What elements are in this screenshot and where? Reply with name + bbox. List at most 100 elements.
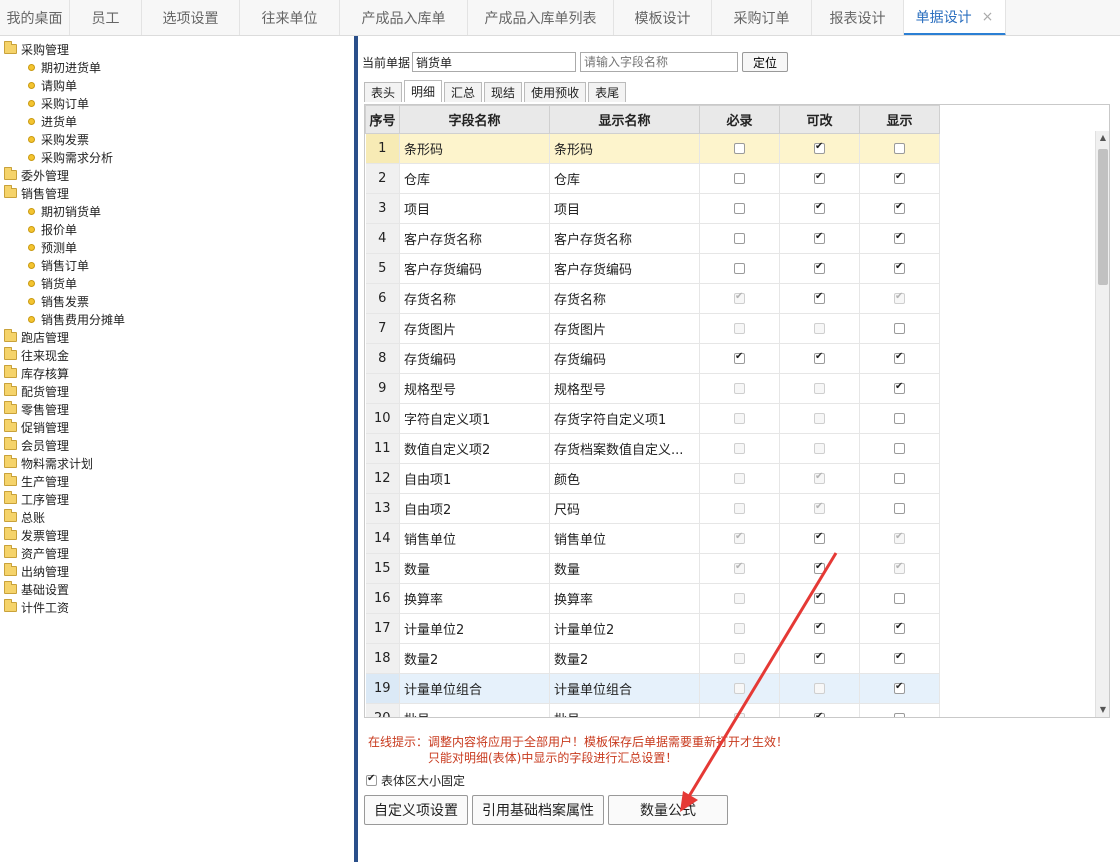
editable-checkbox[interactable] — [814, 171, 825, 184]
sub-tab-0[interactable]: 表头 — [364, 82, 403, 102]
editable-checkbox[interactable] — [814, 261, 825, 274]
top-tab-0[interactable]: 我的桌面 — [0, 0, 70, 35]
tree-item[interactable]: 采购需求分析 — [0, 148, 352, 166]
tree-item[interactable]: 采购订单 — [0, 94, 352, 112]
tree-folder[interactable]: 基础设置 — [0, 580, 352, 598]
visible-checkbox[interactable] — [894, 143, 905, 154]
required-checkbox[interactable] — [734, 173, 745, 184]
top-tab-9[interactable]: 单据设计 × — [904, 0, 1006, 35]
scroll-thumb[interactable] — [1098, 149, 1108, 285]
visible-checkbox[interactable] — [894, 171, 905, 184]
grid-scrollbar[interactable]: ▲ ▼ — [1095, 131, 1109, 717]
table-row[interactable]: 5 客户存货编码 客户存货编码 — [365, 253, 940, 284]
editable-checkbox[interactable] — [814, 711, 825, 717]
tree-folder[interactable]: 促销管理 — [0, 418, 352, 436]
visible-checkbox[interactable] — [894, 323, 905, 334]
visible-checkbox[interactable] — [894, 651, 905, 664]
tree-folder[interactable]: 资产管理 — [0, 544, 352, 562]
required-checkbox[interactable] — [734, 263, 745, 274]
table-row[interactable]: 15 数量 数量 — [365, 553, 940, 584]
table-row[interactable]: 7 存货图片 存货图片 — [365, 313, 940, 344]
tree-item[interactable]: 期初销货单 — [0, 202, 352, 220]
panel-splitter[interactable] — [354, 36, 358, 862]
table-row[interactable]: 4 客户存货名称 客户存货名称 — [365, 223, 940, 254]
tree-item[interactable]: 销货单 — [0, 274, 352, 292]
tree-item[interactable]: 预测单 — [0, 238, 352, 256]
table-row[interactable]: 19 计量单位组合 计量单位组合 — [365, 673, 940, 704]
reference-archive-button[interactable]: 引用基础档案属性 — [472, 795, 604, 825]
column-header[interactable]: 序号 — [365, 105, 400, 134]
current-document-input[interactable] — [412, 52, 577, 72]
editable-checkbox[interactable] — [814, 201, 825, 214]
visible-checkbox[interactable] — [894, 681, 905, 694]
editable-checkbox[interactable] — [814, 651, 825, 664]
tree-folder[interactable]: 委外管理 — [0, 166, 352, 184]
tree-folder[interactable]: 采购管理 — [0, 40, 352, 58]
tree-folder[interactable]: 出纳管理 — [0, 562, 352, 580]
tree-folder[interactable]: 总账 — [0, 508, 352, 526]
table-row[interactable]: 14 销售单位 销售单位 — [365, 523, 940, 554]
sub-tab-1[interactable]: 明细 — [404, 80, 443, 102]
tree-folder[interactable]: 跑店管理 — [0, 328, 352, 346]
visible-checkbox[interactable] — [894, 473, 905, 484]
editable-checkbox[interactable] — [814, 591, 825, 604]
tree-folder[interactable]: 会员管理 — [0, 436, 352, 454]
scroll-up-icon[interactable]: ▲ — [1096, 131, 1109, 145]
top-tab-7[interactable]: 采购订单 — [712, 0, 812, 35]
column-header[interactable]: 显示 — [859, 105, 940, 134]
tree-folder[interactable]: 配货管理 — [0, 382, 352, 400]
editable-checkbox[interactable] — [814, 531, 825, 544]
tree-folder[interactable]: 库存核算 — [0, 364, 352, 382]
column-header[interactable]: 显示名称 — [549, 105, 700, 134]
top-tab-1[interactable]: 员工 — [70, 0, 142, 35]
table-row[interactable]: 9 规格型号 规格型号 — [365, 373, 940, 404]
editable-checkbox[interactable] — [814, 621, 825, 634]
column-header[interactable]: 可改 — [779, 105, 860, 134]
editable-checkbox[interactable] — [814, 351, 825, 364]
visible-checkbox[interactable] — [894, 713, 905, 717]
tree-folder[interactable]: 生产管理 — [0, 472, 352, 490]
fixed-size-option[interactable]: 表体区大小固定 — [366, 772, 465, 789]
column-header[interactable]: 字段名称 — [399, 105, 550, 134]
required-checkbox[interactable] — [734, 203, 745, 214]
sub-tab-3[interactable]: 现结 — [484, 82, 523, 102]
top-tab-3[interactable]: 往来单位 — [240, 0, 340, 35]
tree-folder[interactable]: 零售管理 — [0, 400, 352, 418]
tree-item[interactable]: 期初进货单 — [0, 58, 352, 76]
tree-item[interactable]: 进货单 — [0, 112, 352, 130]
top-tab-6[interactable]: 模板设计 — [614, 0, 712, 35]
visible-checkbox[interactable] — [894, 201, 905, 214]
editable-checkbox[interactable] — [814, 141, 825, 154]
editable-checkbox[interactable] — [814, 561, 825, 574]
tree-item[interactable]: 销售费用分摊单 — [0, 310, 352, 328]
tree-folder[interactable]: 销售管理 — [0, 184, 352, 202]
top-tab-8[interactable]: 报表设计 — [812, 0, 904, 35]
tree-item[interactable]: 报价单 — [0, 220, 352, 238]
sub-tab-4[interactable]: 使用预收 — [524, 82, 587, 102]
tree-folder[interactable]: 计件工资 — [0, 598, 352, 616]
locate-button[interactable]: 定位 — [742, 52, 789, 72]
tree-item[interactable]: 请购单 — [0, 76, 352, 94]
table-row[interactable]: 11 数值自定义项2 存货档案数值自定义... — [365, 433, 940, 464]
sub-tab-5[interactable]: 表尾 — [588, 82, 627, 102]
visible-checkbox[interactable] — [894, 261, 905, 274]
table-row[interactable]: 17 计量单位2 计量单位2 — [365, 613, 940, 644]
tree-folder[interactable]: 往来现金 — [0, 346, 352, 364]
custom-items-button[interactable]: 自定义项设置 — [364, 795, 468, 825]
table-row[interactable]: 10 字符自定义项1 存货字符自定义项1 — [365, 403, 940, 434]
visible-checkbox[interactable] — [894, 443, 905, 454]
table-row[interactable]: 3 项目 项目 — [365, 193, 940, 224]
visible-checkbox[interactable] — [894, 413, 905, 424]
required-checkbox[interactable] — [734, 233, 745, 244]
table-row[interactable]: 13 自由项2 尺码 — [365, 493, 940, 524]
tree-folder[interactable]: 工序管理 — [0, 490, 352, 508]
scroll-down-icon[interactable]: ▼ — [1096, 703, 1109, 717]
visible-checkbox[interactable] — [894, 593, 905, 604]
editable-checkbox[interactable] — [814, 291, 825, 304]
tree-item[interactable]: 销售发票 — [0, 292, 352, 310]
quantity-formula-button[interactable]: 数量公式 — [608, 795, 728, 825]
table-row[interactable]: 18 数量2 数量2 — [365, 643, 940, 674]
table-row[interactable]: 16 换算率 换算率 — [365, 583, 940, 614]
tree-folder[interactable]: 物料需求计划 — [0, 454, 352, 472]
fixed-size-checkbox[interactable] — [366, 773, 377, 786]
